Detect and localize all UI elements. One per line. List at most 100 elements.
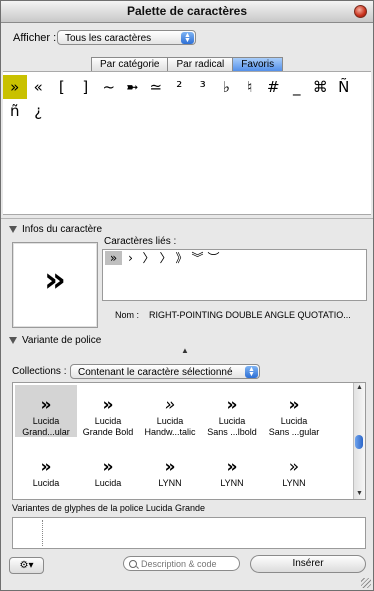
disclosure-triangle-icon[interactable] <box>9 337 17 344</box>
font-cell[interactable]: » Lucida Grande Bold <box>77 385 139 437</box>
favorite-char[interactable]: ➼ <box>121 75 145 99</box>
font-name-line1: LYNN <box>158 478 182 488</box>
title-bar[interactable]: Palette de caractères <box>1 1 373 23</box>
font-cell[interactable]: » Lucida Handw...talic <box>139 385 201 437</box>
scroll-thumb[interactable] <box>355 435 363 449</box>
favorite-char[interactable]: [ <box>50 75 74 99</box>
font-glyph: » <box>288 457 300 477</box>
gear-icon: ⚙▾ <box>19 560 34 571</box>
linked-char[interactable]: 》 <box>173 251 190 265</box>
linked-characters-label: Caractères liés : <box>104 236 177 247</box>
character-list: » «[] ~ ➼ ≃ ² ³ ♭ ♮ # _ ⌘ Ññ ¿ <box>3 75 371 123</box>
character-grid: » «[] ~ ➼ ≃ ² ³ ♭ ♮ # _ ⌘ Ññ ¿ <box>3 71 371 215</box>
search-icon <box>129 560 137 568</box>
favorite-char[interactable]: ³ <box>191 75 215 99</box>
font-cell[interactable]: » Lucida Sans ...gular <box>263 385 325 437</box>
font-name-line1: Lucida <box>32 416 60 426</box>
favorite-char[interactable]: ] <box>74 75 98 99</box>
favorite-char[interactable]: ² <box>168 75 192 99</box>
font-name-line1: Lucida <box>32 478 60 488</box>
close-button[interactable] <box>354 5 367 18</box>
favorite-char[interactable]: ♮ <box>238 75 262 99</box>
font-glyph: » <box>102 395 114 415</box>
character-info-title: Infos du caractère <box>22 224 103 235</box>
favorite-char[interactable]: ♭ <box>215 75 239 99</box>
char-name-label: Nom : <box>115 310 140 320</box>
font-list-scrollbar[interactable]: ▲ ▼ <box>353 383 365 499</box>
font-glyph: » <box>226 457 238 477</box>
font-name-line1: LYNN <box>282 478 306 488</box>
linked-char[interactable]: ︾ <box>189 251 206 265</box>
action-menu-button[interactable]: ⚙▾ <box>9 557 44 574</box>
linked-char[interactable]: › <box>122 251 139 265</box>
font-cell[interactable]: » LYNN <box>139 447 201 499</box>
disclosure-triangle-icon[interactable] <box>9 226 17 233</box>
scroll-up-icon[interactable]: ▲ <box>354 383 365 393</box>
font-cell[interactable]: » Lucida Grand...ular <box>15 385 77 437</box>
character-info-header[interactable]: Infos du caractère <box>9 224 102 235</box>
font-glyph: » <box>288 395 300 415</box>
collections-label: Collections : <box>12 366 67 377</box>
show-popup[interactable]: Tous les caractères ▲ ▼ <box>57 30 196 45</box>
favorite-char[interactable]: ⌘ <box>309 75 333 99</box>
font-cell[interactable]: » Lucida <box>77 447 139 499</box>
font-name-line1: Lucida <box>94 416 122 426</box>
font-name-line2: Grand...ular <box>22 427 70 437</box>
glyph-variants-list <box>12 517 366 549</box>
character-preview: » <box>12 242 98 328</box>
favorite-char[interactable]: ~ <box>97 75 121 99</box>
collections-popup-value: Contenant le caractère sélectionné <box>78 367 233 378</box>
favorite-char[interactable]: « <box>27 75 51 99</box>
font-name-line1: Lucida <box>280 416 308 426</box>
search-field[interactable] <box>123 556 240 571</box>
show-label: Afficher : <box>13 32 57 44</box>
favorite-char[interactable]: # <box>262 75 286 99</box>
chevron-up-icon[interactable]: ▲ <box>181 346 189 355</box>
linked-characters-list: » › 〉 〉 》 ︾ ︶ <box>102 249 367 301</box>
font-name-line1: LYNN <box>220 478 244 488</box>
font-name-line1: Lucida <box>156 416 184 426</box>
font-name-line2: Sans ...lbold <box>207 427 257 437</box>
popup-arrows-icon: ▲ ▼ <box>181 32 194 44</box>
font-cell[interactable]: » LYNN <box>263 447 325 499</box>
glyph-slot-divider <box>42 520 43 546</box>
font-glyph: » <box>102 457 114 477</box>
font-cell[interactable]: » Lucida Sans ...lbold <box>201 385 263 437</box>
font-name-line2: Grande Bold <box>82 427 134 437</box>
favorite-char[interactable]: ¿ <box>27 99 51 123</box>
insert-button[interactable]: Insérer <box>250 555 366 573</box>
font-variant-title: Variante de police <box>22 335 102 346</box>
favorite-char[interactable]: ≃ <box>144 75 168 99</box>
favorite-char[interactable]: Ñ <box>332 75 356 99</box>
font-glyph: » <box>164 457 176 477</box>
splitter[interactable] <box>1 218 373 219</box>
view-tabs: Par catégorie Par radical Favoris <box>91 57 284 73</box>
font-glyph: » <box>40 395 52 415</box>
font-name-line2: Sans ...gular <box>268 427 320 437</box>
font-name-line2: Handw...talic <box>144 427 196 437</box>
favorite-char[interactable]: _ <box>285 75 309 99</box>
font-cell[interactable]: » LYNN <box>201 447 263 499</box>
linked-char[interactable]: 〉 <box>157 251 174 265</box>
char-name-value: RIGHT-POINTING DOUBLE ANGLE QUOTATIO... <box>149 310 351 320</box>
linked-char[interactable]: ︶ <box>205 251 222 265</box>
font-glyph: » <box>226 395 238 415</box>
glyph-variants-label: Variantes de glyphes de la police Lucida… <box>12 503 205 513</box>
font-variant-list: » Lucida Grand...ular » Lucida Grande Bo… <box>12 382 366 500</box>
window-title: Palette de caractères <box>126 4 248 18</box>
font-name-line1: Lucida <box>218 416 246 426</box>
search-input[interactable] <box>141 557 236 570</box>
favorite-char[interactable]: » <box>3 75 27 99</box>
linked-char[interactable]: » <box>105 251 122 265</box>
collections-popup[interactable]: Contenant le caractère sélectionné ▲ ▼ <box>70 364 260 379</box>
scroll-down-icon[interactable]: ▼ <box>354 489 365 499</box>
resize-grip-icon[interactable] <box>361 578 371 588</box>
preview-glyph: » <box>44 260 66 300</box>
font-variant-header[interactable]: Variante de police <box>9 335 101 346</box>
favorite-char[interactable]: ñ <box>3 99 27 123</box>
linked-char[interactable]: 〉 <box>140 251 157 265</box>
font-cell[interactable]: » Lucida <box>15 447 77 499</box>
font-name-line1: Lucida <box>94 478 122 488</box>
popup-arrows-icon: ▲ ▼ <box>245 366 258 378</box>
font-glyph: » <box>40 457 52 477</box>
